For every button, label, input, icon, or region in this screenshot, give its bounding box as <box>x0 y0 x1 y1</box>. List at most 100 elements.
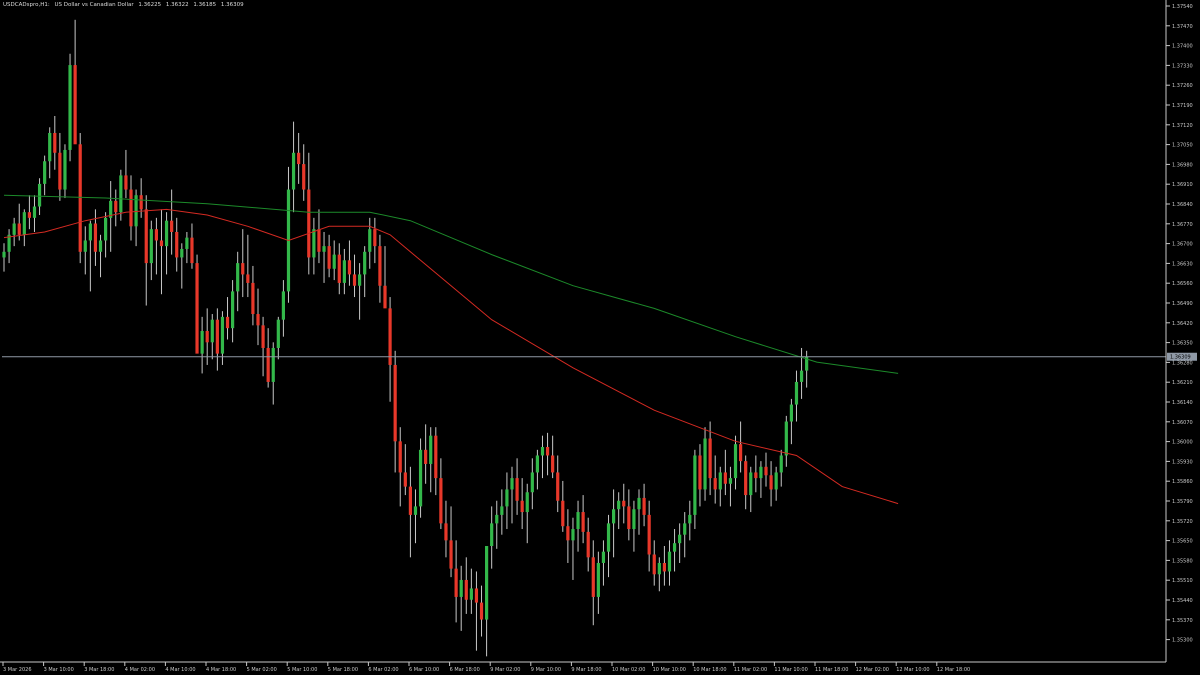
candle <box>571 517 575 580</box>
candle <box>154 217 158 275</box>
candle <box>98 234 103 278</box>
candle <box>68 53 72 162</box>
candle <box>195 254 199 354</box>
candle <box>535 449 539 490</box>
candle <box>744 455 748 510</box>
time-tick-label: 3 Mar 18:00 <box>84 667 114 673</box>
candle <box>251 265 255 326</box>
candle <box>78 132 82 264</box>
candle <box>667 540 672 586</box>
candle-body <box>68 65 72 150</box>
candle <box>2 243 6 272</box>
candle <box>698 444 702 507</box>
candle-body <box>657 562 661 575</box>
candle-body <box>606 523 611 552</box>
candle-body <box>358 274 362 286</box>
time-tick-label: 4 Mar 10:00 <box>165 667 195 673</box>
candle-body <box>363 251 367 275</box>
candle <box>617 492 621 530</box>
time-tick-label: 10 Mar 10:00 <box>653 667 686 673</box>
candle <box>393 350 397 473</box>
candle <box>373 217 377 264</box>
candle-body <box>601 551 606 563</box>
current-price-tag: 1.36309 <box>1167 352 1197 361</box>
candle-body <box>373 229 377 247</box>
price-tick-label: 1.36070 <box>1172 420 1193 426</box>
candle-body <box>454 568 458 597</box>
candle <box>53 115 57 170</box>
candle-body <box>149 229 153 264</box>
candle <box>561 480 565 532</box>
candle <box>759 461 763 498</box>
candle-body <box>312 229 316 258</box>
price-tick-label: 1.37400 <box>1172 44 1193 50</box>
symbol-description: US Dollar vs Canadian Dollar <box>54 2 134 8</box>
candle <box>48 127 52 179</box>
candle-body <box>236 263 240 292</box>
candle-body <box>225 316 230 329</box>
candle-body <box>799 370 804 382</box>
candle-body <box>637 497 641 510</box>
time-tick-label: 3 Mar 10:00 <box>44 667 74 673</box>
candles-layer <box>2 19 809 657</box>
candle-body <box>434 435 438 479</box>
candle-body <box>479 602 484 620</box>
candle <box>43 155 47 196</box>
time-tick-label: 5 Mar 02:00 <box>247 667 277 673</box>
candle <box>22 209 26 247</box>
price-tick-label: 1.37470 <box>1172 24 1193 30</box>
candle <box>637 489 641 535</box>
candle <box>104 212 108 258</box>
candle <box>307 152 311 275</box>
candle-body <box>281 291 285 320</box>
candle-body <box>749 472 753 496</box>
candle <box>63 144 67 199</box>
candle-body <box>510 478 514 490</box>
price-tick-label: 1.36700 <box>1172 242 1193 248</box>
candle <box>266 328 270 388</box>
candle <box>576 500 580 552</box>
candle <box>485 546 489 657</box>
candle <box>424 424 428 484</box>
chart-window[interactable]: USDCADspro,H1: US Dollar vs Canadian Dol… <box>0 0 1200 675</box>
candle-body <box>37 183 42 207</box>
candle-body <box>642 497 646 515</box>
candle-body <box>429 435 433 464</box>
candle <box>545 432 550 476</box>
candle <box>454 540 458 623</box>
candle-body <box>591 557 595 597</box>
candle-body <box>474 588 479 603</box>
candle-body <box>688 514 692 524</box>
candle <box>337 243 341 295</box>
candle <box>703 427 707 501</box>
price-tick-label: 1.35650 <box>1172 539 1193 545</box>
candle <box>236 251 240 312</box>
candle <box>347 240 352 286</box>
price-tick-label: 1.37050 <box>1172 143 1193 149</box>
candle-body <box>368 229 372 252</box>
candle-body <box>459 579 463 597</box>
price-chart[interactable]: 1.37540 1.37470 1.37400 1.37330 1.37260 1.371… <box>0 0 1200 675</box>
candle <box>586 517 590 572</box>
time-tick-label: 4 Mar 18:00 <box>206 667 236 673</box>
candle <box>723 449 727 496</box>
time-tick-label: 10 Mar 02:00 <box>612 667 645 673</box>
price-tick-label: 1.36840 <box>1172 202 1193 208</box>
candle <box>170 189 174 255</box>
candle <box>789 398 793 445</box>
candle <box>159 209 164 295</box>
candle-body <box>291 152 296 190</box>
candle <box>505 472 509 530</box>
ohlc-close: 1.36309 <box>220 2 244 8</box>
candle <box>363 246 367 298</box>
candle-body <box>398 441 402 473</box>
candle <box>256 288 260 346</box>
price-tick-label: 1.37120 <box>1172 123 1193 129</box>
candle-body <box>322 246 326 252</box>
time-tick-label: 12 Mar 18:00 <box>937 667 970 673</box>
candle-body <box>617 500 621 510</box>
candle-body <box>205 331 209 343</box>
candle <box>210 314 214 360</box>
candle-body <box>83 240 87 252</box>
candle-body <box>576 512 580 530</box>
